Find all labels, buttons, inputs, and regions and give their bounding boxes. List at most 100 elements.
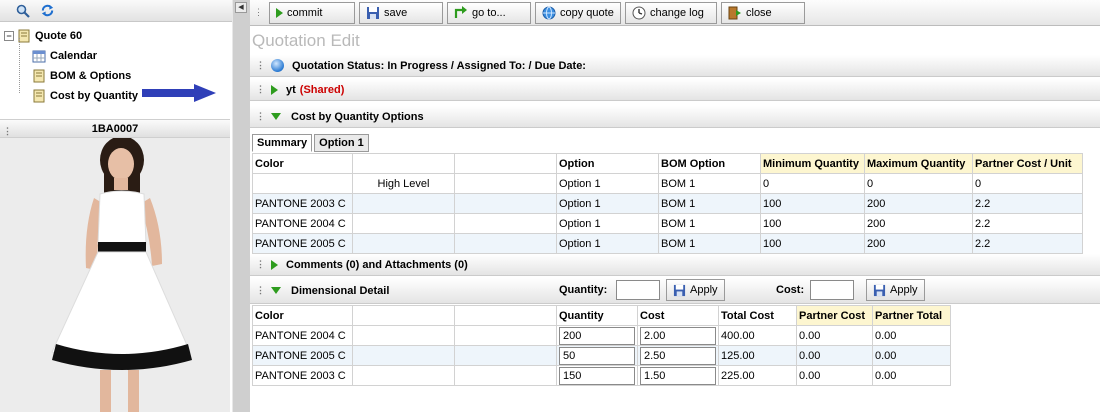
collapse-panel-icon[interactable]: ◀: [235, 2, 247, 13]
status-text: Quotation Status: In Progress / Assigned…: [292, 59, 586, 72]
column-header[interactable]: BOM Option: [658, 153, 761, 174]
table-cell: Option 1: [556, 193, 659, 214]
grip-icon[interactable]: ⋮: [256, 111, 265, 122]
table-cell: 0: [760, 173, 865, 194]
table-cell: PANTONE 2003 C: [252, 365, 353, 386]
cost-by-quantity-section-header[interactable]: ⋮ Cost by Quantity Options: [250, 106, 1100, 128]
table-cell: [352, 325, 455, 346]
copy-quote-button[interactable]: copy quote: [535, 1, 621, 24]
expand-icon[interactable]: [271, 84, 278, 95]
table-cell: 0.00: [796, 365, 873, 386]
column-header[interactable]: Quantity: [556, 305, 638, 326]
column-header[interactable]: Minimum Quantity: [760, 153, 865, 174]
grip-icon[interactable]: ⋮: [256, 84, 265, 95]
table-cell: High Level: [352, 173, 455, 194]
table-header-row: Color Option BOM Option Minimum Quantity…: [252, 153, 1083, 174]
button-label: Apply: [890, 284, 918, 296]
expand-icon[interactable]: [271, 259, 278, 270]
column-header[interactable]: Cost: [637, 305, 719, 326]
table-cell: PANTONE 2004 C: [252, 213, 353, 234]
quantity-input[interactable]: 150: [559, 366, 635, 385]
bulk-quantity-input[interactable]: [616, 280, 660, 300]
option-tabs: Summary Option 1: [252, 134, 371, 152]
section-title: Dimensional Detail: [291, 284, 390, 297]
column-header: [352, 305, 455, 326]
table-row: PANTONE 2005 C 50 2.50 125.00 0.00 0.00: [252, 345, 951, 366]
cost-input[interactable]: 2.00: [640, 326, 716, 345]
table-cell: 125.00: [718, 345, 797, 366]
document-icon: [33, 89, 45, 103]
tree-item-bom-options[interactable]: BOM & Options: [32, 66, 232, 86]
table-cell: [454, 325, 557, 346]
table-cell: 2.2: [972, 193, 1083, 214]
grip-icon[interactable]: ⋮: [254, 7, 263, 18]
button-label: close: [746, 6, 772, 19]
table-header-row: Color Quantity Cost Total Cost Partner C…: [252, 305, 951, 326]
section-title: Comments (0) and Attachments (0): [286, 258, 468, 271]
apply-quantity-button[interactable]: Apply: [666, 279, 725, 301]
search-icon[interactable]: [14, 2, 32, 20]
table-cell: 200: [864, 193, 973, 214]
button-label: commit: [287, 6, 323, 19]
table-cell: 0: [864, 173, 973, 194]
close-button[interactable]: close: [721, 1, 805, 24]
button-label: go to...: [472, 6, 506, 19]
table-cell: [454, 193, 557, 214]
status-section-header[interactable]: ⋮ Quotation Status: In Progress / Assign…: [250, 55, 1100, 77]
yt-section-header[interactable]: ⋮ yt (Shared): [250, 79, 1100, 101]
left-toolbar: [0, 0, 232, 22]
table-row: PANTONE 2005 C Option 1 BOM 1 100 200 2.…: [252, 233, 1083, 254]
bulk-cost-input[interactable]: [810, 280, 854, 300]
calendar-icon: [32, 50, 46, 63]
tree-item-quote[interactable]: − Quote 60: [4, 26, 232, 46]
pointer-arrow-icon: [142, 84, 216, 102]
exit-door-icon: [728, 6, 741, 19]
collapse-icon[interactable]: [271, 113, 281, 120]
tree-item-calendar[interactable]: Calendar: [32, 46, 232, 66]
panel-splitter[interactable]: ◀: [232, 0, 250, 412]
save-button[interactable]: save: [359, 1, 443, 24]
cost-cell: 2.50: [637, 345, 719, 366]
play-icon: [276, 7, 283, 18]
column-header[interactable]: Option: [556, 153, 659, 174]
table-cell: [352, 345, 455, 366]
column-header[interactable]: Partner Total: [872, 305, 951, 326]
table-row: High Level Option 1 BOM 1 0 0 0: [252, 173, 1083, 194]
column-header[interactable]: Maximum Quantity: [864, 153, 973, 174]
tab-option-1[interactable]: Option 1: [314, 134, 369, 152]
commit-button[interactable]: commit: [269, 1, 355, 24]
product-header: ⋮ 1BA0007: [0, 119, 230, 138]
column-header: [454, 305, 557, 326]
table-cell: [352, 365, 455, 386]
refresh-icon[interactable]: [38, 2, 56, 20]
main-toolbar: ⋮ commit save go to... copy quote change…: [250, 0, 1100, 26]
cost-input[interactable]: 1.50: [640, 366, 716, 385]
change-log-button[interactable]: change log: [625, 1, 717, 24]
table-cell: 400.00: [718, 325, 797, 346]
goto-arrow-icon: [454, 5, 467, 18]
column-header[interactable]: Partner Cost / Unit: [972, 153, 1083, 174]
tab-summary[interactable]: Summary: [252, 134, 313, 152]
clock-icon: [632, 6, 646, 19]
floppy-icon: [673, 284, 686, 296]
collapse-icon[interactable]: −: [4, 31, 14, 41]
collapse-icon[interactable]: [271, 287, 281, 294]
comments-section-header[interactable]: ⋮ Comments (0) and Attachments (0): [250, 254, 1100, 276]
column-header[interactable]: Color: [252, 305, 353, 326]
column-header: [454, 153, 557, 174]
column-header[interactable]: Partner Cost: [796, 305, 873, 326]
column-header[interactable]: Color: [252, 153, 353, 174]
cost-input[interactable]: 2.50: [640, 346, 716, 365]
grip-icon[interactable]: ⋮: [256, 259, 265, 270]
quantity-input[interactable]: 200: [559, 326, 635, 345]
button-label: save: [384, 6, 408, 19]
button-label: Apply: [690, 284, 718, 296]
apply-cost-button[interactable]: Apply: [866, 279, 925, 301]
quantity-input[interactable]: 50: [559, 346, 635, 365]
table-cell: BOM 1: [658, 233, 761, 254]
table-cell: 0: [972, 173, 1083, 194]
goto-button[interactable]: go to...: [447, 1, 531, 24]
column-header[interactable]: Total Cost: [718, 305, 797, 326]
grip-icon[interactable]: ⋮: [256, 60, 265, 71]
grip-icon[interactable]: ⋮: [256, 285, 265, 296]
